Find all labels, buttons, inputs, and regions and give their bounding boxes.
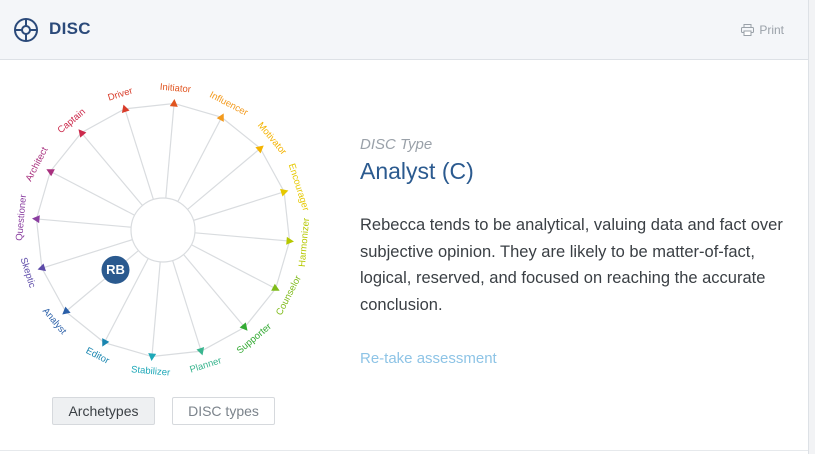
- card-header: DISC Print: [0, 0, 808, 60]
- wheel-spoke: [80, 132, 143, 206]
- wheel-spoke: [50, 170, 135, 216]
- wheel-spoke: [183, 254, 246, 328]
- wheel-spoke: [194, 232, 290, 242]
- archetype-marker: [169, 99, 178, 107]
- wheel-spoke: [36, 218, 132, 228]
- archetype-label: Supporter: [235, 321, 274, 356]
- avatar-initials: RB: [106, 262, 125, 277]
- archetype-label: Skeptic: [18, 256, 38, 289]
- disc-card: DISC Print Initiator Influencer Motivator E…: [0, 0, 809, 454]
- archetype-label: Harmonizer: [297, 217, 312, 267]
- archetype-label: Stabilizer: [131, 364, 171, 378]
- crosshair-circle-icon: [14, 18, 38, 42]
- disc-type-caption: DISC Type: [360, 136, 433, 153]
- print-label: Print: [759, 23, 784, 37]
- wheel-spoke: [124, 108, 154, 200]
- print-button[interactable]: Print: [741, 23, 784, 37]
- disc-types-tab-button[interactable]: DISC types: [172, 397, 275, 425]
- wheel-spoke: [151, 261, 161, 357]
- wheel-spoke: [177, 117, 223, 202]
- disc-type-name: Analyst (C): [360, 158, 474, 184]
- archetype-label: Questioner: [14, 194, 29, 241]
- wheel-center: [130, 197, 196, 263]
- archetype-label: Architect: [24, 145, 51, 183]
- archetype-marker: [148, 353, 157, 361]
- retake-assessment-link[interactable]: Re-take assessment: [360, 350, 497, 367]
- wheel-spoke: [65, 250, 139, 313]
- printer-icon: [741, 24, 755, 36]
- wheel-spoke: [191, 244, 276, 290]
- wheel-spoke: [187, 147, 261, 210]
- archetype-marker: [32, 215, 40, 224]
- wheel-spoke: [193, 191, 285, 221]
- archetypes-tab-button[interactable]: Archetypes: [52, 397, 155, 425]
- disc-type-description: Rebecca tends to be analytical, valuing …: [360, 216, 783, 314]
- archetype-label: Initiator: [159, 82, 191, 96]
- archetype-label: Editor: [84, 345, 111, 366]
- archetype-marker: [286, 236, 294, 245]
- archetype-label: Encourager: [286, 162, 311, 212]
- archetype-label: Driver: [107, 86, 134, 104]
- archetype-label: Influencer: [208, 90, 250, 119]
- wheel-spoke: [172, 260, 202, 352]
- page-title: DISC: [49, 19, 91, 38]
- archetype-label: Planner: [188, 355, 223, 375]
- disc-wheel: InitiatorInfluencerMotivatorEncouragerHa…: [14, 82, 312, 379]
- wheel-spoke: [165, 103, 175, 199]
- card-divider: [0, 450, 808, 451]
